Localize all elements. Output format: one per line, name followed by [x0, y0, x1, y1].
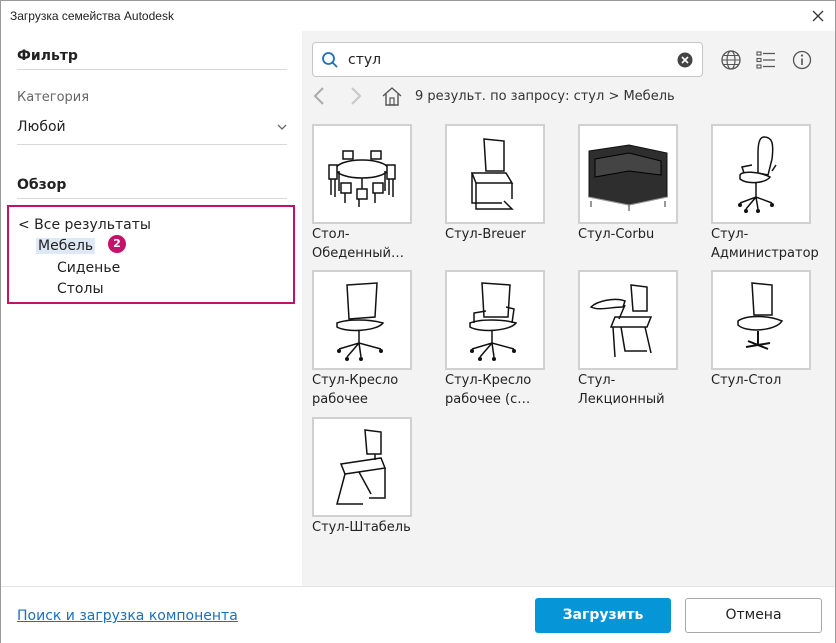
category-value: Любой [17, 119, 66, 135]
home-icon[interactable] [381, 85, 403, 107]
globe-icon[interactable] [719, 48, 743, 72]
window-title: Загрузка семейства Autodesk [10, 9, 174, 23]
divider [17, 198, 287, 199]
category-dropdown[interactable]: Любой [17, 113, 289, 139]
admin-chair-thumbnail [711, 124, 811, 224]
back-icon[interactable] [309, 85, 331, 107]
lecture-chair-icon [589, 284, 653, 358]
task-chair-arms-thumbnail [445, 270, 545, 370]
result-label: Стул-Corbu [578, 227, 655, 242]
task-chair-arms-icon [469, 282, 518, 361]
dialog-window: Загрузка семейства Autodesk Фильтр Катег… [0, 0, 836, 643]
desk-chair-thumbnail [711, 270, 811, 370]
lecture-chair-thumbnail [578, 270, 678, 370]
result-label: Стул-Штабель [312, 520, 411, 535]
info-icon[interactable] [790, 48, 814, 72]
dining-table-icon [328, 150, 396, 207]
tree-item-furniture[interactable]: Мебель [36, 238, 96, 254]
divider [17, 69, 287, 70]
list-view-icon[interactable] [754, 48, 778, 72]
result-label: Стул-Стол [711, 373, 782, 388]
result-label: Стул-Breuer [445, 227, 526, 242]
corbu-armchair-icon [588, 144, 668, 211]
search-icon [322, 52, 338, 68]
tree-item-tables[interactable]: Столы [57, 281, 104, 297]
title-bar: Загрузка семейства Autodesk [1, 1, 835, 31]
stacking-chair-icon [336, 429, 387, 505]
corbu-armchair-thumbnail [578, 124, 678, 224]
stacking-chair-thumbnail [312, 417, 412, 517]
clear-icon[interactable] [677, 52, 693, 68]
task-chair-icon [336, 282, 385, 361]
browse-heading: Обзор [17, 177, 67, 193]
result-label: Стул-Лекционный [578, 373, 665, 407]
desk-chair-icon [737, 282, 784, 350]
breuer-chair-thumbnail [445, 124, 545, 224]
result-label: Стул-Кресло рабочее (с… [445, 373, 532, 407]
search-input[interactable]: стул [312, 42, 703, 77]
step-badge: 2 [108, 235, 126, 253]
filter-panel: Фильтр Категория Любой Обзор < Все резул… [1, 31, 302, 586]
search-value: стул [348, 52, 382, 68]
close-icon[interactable] [807, 5, 829, 27]
breuer-chair-icon [470, 138, 514, 210]
tree-item-seating[interactable]: Сиденье [57, 260, 120, 276]
load-button[interactable]: Загрузить [535, 598, 671, 633]
forward-icon[interactable] [344, 85, 366, 107]
admin-chair-icon [738, 136, 777, 213]
dialog-footer: Поиск и загрузка компонента Загрузить От… [1, 586, 835, 643]
results-panel: стул 9 результ. по запросу: стул > Мебел… [302, 31, 835, 586]
search-load-component-link[interactable]: Поиск и загрузка компонента [17, 608, 238, 624]
breadcrumb: 9 результ. по запросу: стул > Мебель [415, 89, 675, 104]
filter-heading: Фильтр [17, 48, 78, 64]
cancel-button[interactable]: Отмена [685, 598, 822, 633]
task-chair-thumbnail [312, 270, 412, 370]
divider [17, 144, 287, 145]
result-label: Стул-Кресло рабочее [312, 373, 399, 407]
result-label: Стул-Администратор [711, 227, 819, 261]
tree-item-all-results[interactable]: < Все результаты [18, 217, 151, 233]
category-label: Категория [17, 90, 90, 105]
dining-table-thumbnail [312, 124, 412, 224]
chevron-down-icon [277, 124, 287, 130]
result-label: Стол-Обеденный… [312, 227, 404, 261]
